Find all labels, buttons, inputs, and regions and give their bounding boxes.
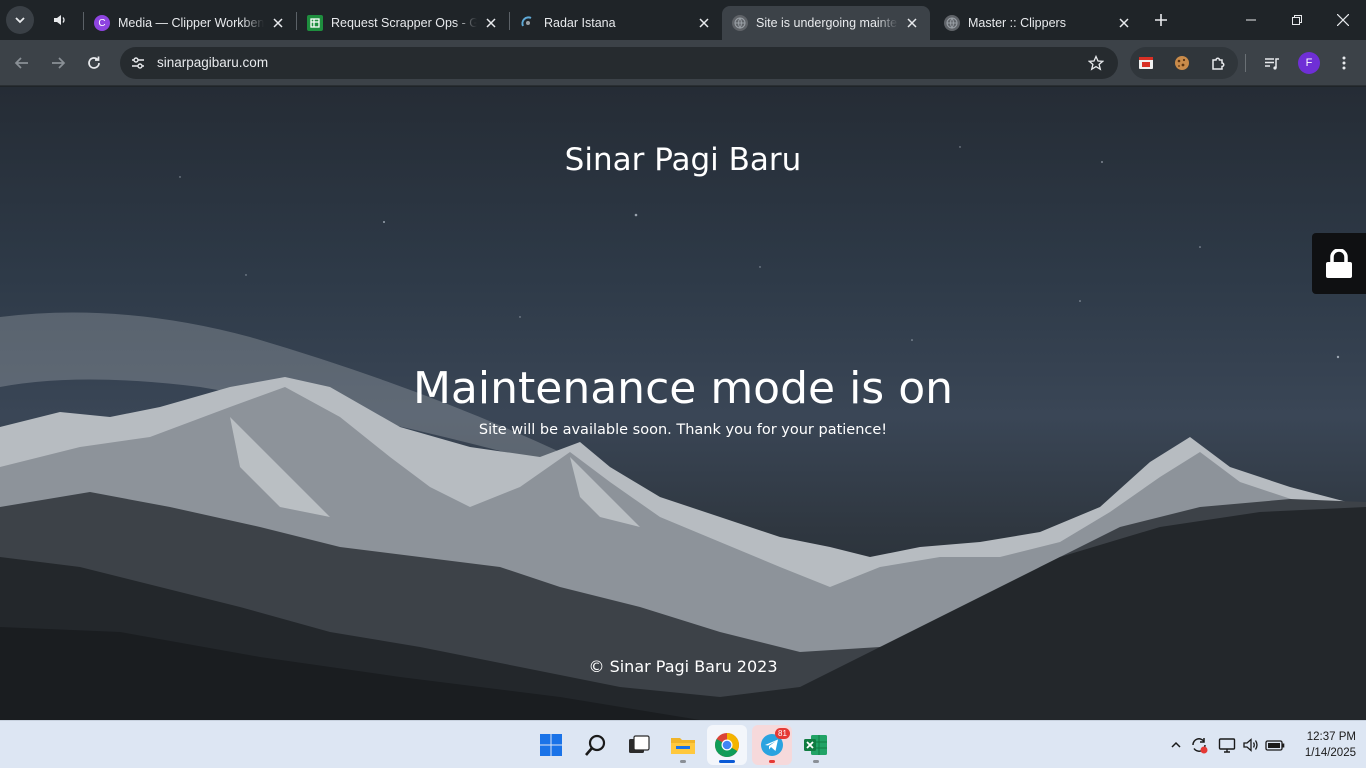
login-lock-button[interactable] (1312, 233, 1366, 294)
tab-title: Media — Clipper Workbench (118, 16, 264, 30)
network-icon (1218, 738, 1236, 753)
forward-button[interactable] (44, 49, 72, 77)
bookmark-star-icon[interactable] (1086, 53, 1106, 73)
tab-title: Request Scrapper Ops - Google Sheets (331, 16, 477, 30)
lock-icon (1326, 248, 1352, 278)
clock-date: 1/14/2025 (1304, 747, 1356, 759)
cookie-extension-icon[interactable] (1172, 53, 1192, 73)
tab-media-clipper[interactable]: C Media — Clipper Workbench (84, 6, 296, 40)
tab-site-maintenance[interactable]: Site is undergoing maintenance (722, 6, 930, 40)
new-tab-button[interactable] (1148, 8, 1174, 32)
close-tab-icon[interactable] (696, 15, 712, 31)
sheets-icon (307, 15, 323, 31)
battery-icon (1265, 740, 1285, 751)
running-indicator (680, 760, 686, 763)
tab-request-scrapper-ops[interactable]: Request Scrapper Ops - Google Sheets (297, 6, 509, 40)
close-window-button[interactable] (1320, 0, 1366, 40)
reload-button[interactable] (80, 49, 108, 77)
chrome-icon (715, 733, 739, 758)
search-icon (585, 734, 606, 756)
close-icon (1337, 14, 1349, 26)
url-text[interactable]: sinarpagibaru.com (157, 55, 268, 70)
battery-button[interactable] (1265, 735, 1285, 755)
chevron-up-icon (1171, 741, 1181, 748)
show-hidden-icons-button[interactable] (1166, 735, 1186, 755)
running-indicator (813, 760, 819, 763)
restore-button[interactable] (1274, 0, 1320, 40)
volume-icon (1243, 738, 1258, 752)
start-button[interactable] (531, 725, 571, 765)
browser-toolbar: sinarpagibaru.com F (0, 40, 1366, 86)
taskbar-clock[interactable]: 12:37 PM 1/14/2025 (1286, 729, 1356, 761)
close-tab-icon[interactable] (270, 15, 286, 31)
windows-taskbar: 81 12:37 PM 1/14/2025 (0, 720, 1366, 768)
kebab-menu-icon (1342, 56, 1346, 70)
tab-radar-istana[interactable]: Radar Istana (510, 6, 722, 40)
taskbar-file-explorer[interactable] (663, 725, 703, 765)
maintenance-message: Site will be available soon. Thank you f… (478, 422, 888, 438)
reload-icon (88, 56, 100, 69)
running-indicator (769, 760, 775, 763)
tab-title: Master :: Clippers (968, 16, 1066, 30)
chrome-menu-button[interactable] (1330, 49, 1358, 77)
plus-icon (1155, 14, 1167, 26)
minimize-button[interactable] (1228, 0, 1274, 40)
arrow-left-icon (14, 57, 28, 69)
site-name: Sinar Pagi Baru (564, 142, 802, 178)
back-button[interactable] (8, 49, 36, 77)
maintenance-headline: Maintenance mode is on (412, 363, 954, 414)
file-explorer-icon (671, 738, 695, 754)
running-indicator (719, 760, 735, 763)
taskbar-chrome[interactable] (707, 725, 747, 765)
sync-status-button[interactable] (1189, 735, 1209, 755)
tab-strip: C Media — Clipper Workbench Request Scra… (0, 0, 1366, 40)
address-bar[interactable]: sinarpagibaru.com (120, 47, 1118, 79)
tab-title: Radar Istana (544, 16, 616, 30)
taskbar-excel[interactable] (796, 725, 836, 765)
tab-search-button[interactable] (6, 6, 34, 34)
video-extension-icon[interactable] (1136, 53, 1156, 73)
playlist-music-icon (1265, 58, 1279, 70)
sync-icon (1192, 738, 1208, 754)
start-icon (540, 734, 562, 756)
profile-avatar[interactable]: F (1298, 52, 1320, 74)
speaker-icon (54, 15, 65, 25)
globe-icon (732, 15, 748, 31)
taskbar-telegram[interactable]: 81 (752, 725, 792, 765)
radar-icon (520, 15, 536, 31)
close-tab-icon[interactable] (1116, 15, 1132, 31)
task-view-icon (629, 735, 650, 753)
copyright-footer: © Sinar Pagi Baru 2023 (588, 657, 778, 676)
chevron-down-icon (15, 17, 25, 24)
close-tab-icon[interactable] (483, 15, 499, 31)
clock-time: 12:37 PM (1306, 731, 1356, 743)
media-controls-button[interactable] (1258, 49, 1286, 77)
restore-icon (1292, 15, 1302, 25)
tab-master-clippers[interactable]: Master :: Clippers (934, 6, 1142, 40)
network-button[interactable] (1217, 735, 1237, 755)
toolbar-separator (1245, 54, 1246, 72)
notification-badge: 81 (775, 728, 790, 739)
extensions-group (1130, 47, 1238, 79)
tab-title: Site is undergoing maintenance (756, 16, 898, 30)
site-settings-icon[interactable] (128, 53, 148, 73)
minimize-icon (1246, 19, 1256, 21)
tab-audio-button[interactable] (48, 8, 72, 32)
volume-button[interactable] (1241, 735, 1261, 755)
extensions-puzzle-icon[interactable] (1208, 53, 1228, 73)
arrow-right-icon (52, 57, 66, 69)
task-view-button[interactable] (619, 725, 659, 765)
page-content: Sinar Pagi Baru Maintenance mode is on S… (0, 87, 1366, 720)
globe-icon (944, 15, 960, 31)
taskbar-search-button[interactable] (576, 725, 616, 765)
clipper-letter-icon: C (94, 15, 110, 31)
excel-icon (804, 735, 827, 755)
close-tab-icon[interactable] (904, 15, 920, 31)
